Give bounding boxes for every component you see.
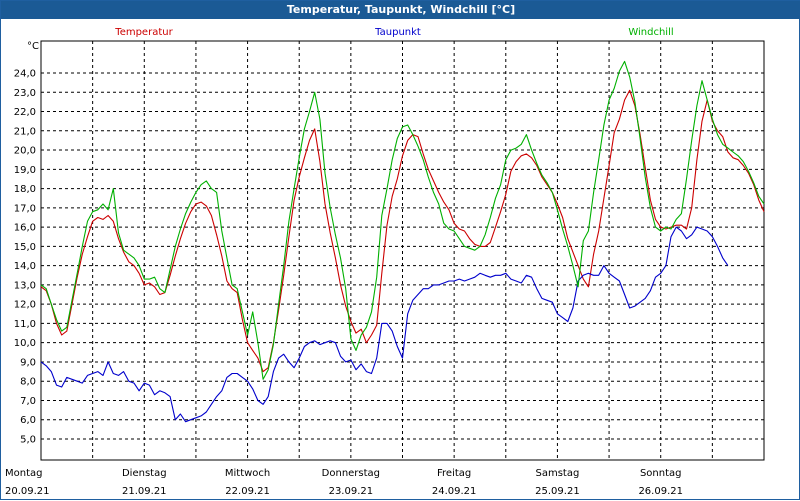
- x-axis: Montag 20.09.21 Dienstag 21.09.21 Mittwoch 22…: [5, 468, 683, 497]
- y-tick-label: 18,0: [14, 184, 36, 195]
- y-tick-label: 15,0: [14, 242, 36, 253]
- x-date-label: 25.09.21: [535, 486, 580, 497]
- legend-taupunkt: Taupunkt: [374, 27, 421, 38]
- y-tick-label: 24,0: [14, 69, 36, 80]
- x-day-label: Freitag: [437, 468, 471, 479]
- y-tick-label: 13,0: [14, 280, 36, 291]
- x-day-label: Mittwoch: [225, 468, 270, 479]
- x-day-label: Montag: [5, 468, 42, 479]
- x-date-label: 26.09.21: [638, 486, 683, 497]
- x-date-label: 21.09.21: [122, 486, 167, 497]
- y-tick-label: 21,0: [14, 126, 36, 137]
- y-tick-label: 5,0: [20, 435, 36, 446]
- legend: Temperatur Taupunkt Windchill: [114, 27, 673, 38]
- x-day-label: Donnerstag: [322, 468, 380, 479]
- y-tick-label: 20,0: [14, 146, 36, 157]
- y-axis: 5,0 6,0 7,0 8,0 9,0 10,0 11,0 12,0 13,0 14,0 15,0 1…: [14, 69, 36, 446]
- y-tick-label: 23,0: [14, 88, 36, 99]
- y-tick-label: 19,0: [14, 165, 36, 176]
- legend-temperatur: Temperatur: [114, 27, 173, 38]
- x-day-label: Samstag: [536, 468, 580, 479]
- y-tick-label: 14,0: [14, 261, 36, 272]
- y-tick-label: 22,0: [14, 107, 36, 118]
- y-tick-label: 11,0: [14, 319, 36, 330]
- x-day-label: Dienstag: [122, 468, 167, 479]
- y-tick-label: 10,0: [14, 338, 36, 349]
- x-date-label: 24.09.21: [432, 486, 477, 497]
- grid: [40, 40, 765, 461]
- y-tick-label: 7,0: [20, 396, 36, 407]
- chart-svg: 5,0 6,0 7,0 8,0 9,0 10,0 11,0 12,0 13,0 14,0 15,0 1…: [5, 27, 765, 497]
- x-date-label: 23.09.21: [329, 486, 374, 497]
- chart-window: Temperatur, Taupunkt, Windchill [°C] 5,0…: [0, 0, 800, 500]
- y-unit-label: °C: [27, 41, 39, 52]
- y-tick-label: 8,0: [20, 377, 36, 388]
- x-date-label: 20.09.21: [5, 486, 50, 497]
- legend-windchill: Windchill: [628, 27, 673, 38]
- y-tick-label: 6,0: [20, 415, 36, 426]
- y-tick-label: 12,0: [14, 300, 36, 311]
- y-tick-label: 9,0: [20, 357, 36, 368]
- x-day-label: Sonntag: [640, 468, 682, 479]
- y-tick-label: 17,0: [14, 203, 36, 214]
- y-tick-label: 16,0: [14, 223, 36, 234]
- x-date-label: 22.09.21: [225, 486, 270, 497]
